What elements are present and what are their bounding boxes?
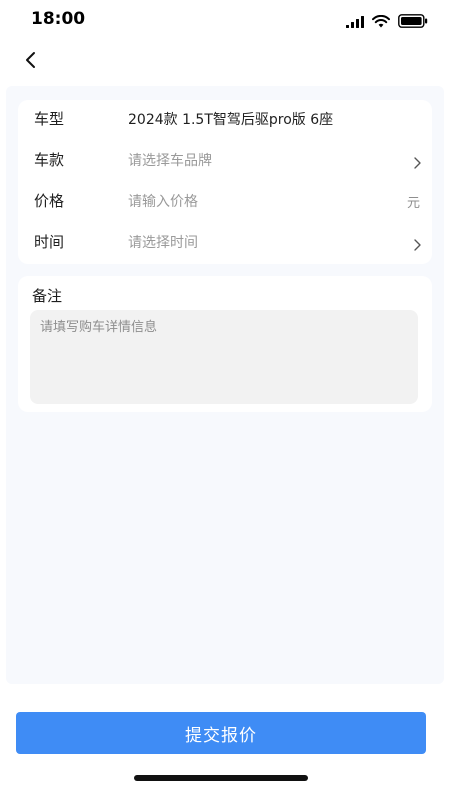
remark-card: 备注: [18, 276, 432, 412]
remark-label: 备注: [32, 287, 63, 305]
row-label: 车型: [34, 110, 65, 128]
status-bar: 18:00: [0, 0, 450, 44]
status-icons: [346, 13, 428, 31]
home-indicator: [134, 775, 308, 781]
price-input[interactable]: 请输入价格: [128, 191, 198, 211]
row-car-brand[interactable]: 车款 请选择车品牌: [18, 141, 432, 181]
row-time[interactable]: 时间 请选择时间: [18, 223, 432, 263]
row-label: 时间: [34, 233, 65, 251]
row-label: 价格: [34, 192, 65, 210]
row-car-model: 车型 2024款 1.5T智驾后驱pro版 6座: [18, 100, 432, 140]
car-model-value: 2024款 1.5T智驾后驱pro版 6座: [128, 112, 334, 128]
signal-icon: [346, 13, 364, 32]
submit-quote-button[interactable]: 提交报价: [16, 712, 426, 754]
wifi-icon: [372, 13, 390, 32]
time-select[interactable]: 请选择时间: [128, 232, 198, 252]
chevron-left-icon: [24, 51, 36, 73]
row-price: 价格 请输入价格 元: [18, 182, 432, 222]
battery-icon: [398, 13, 428, 32]
back-button[interactable]: [16, 48, 44, 76]
price-unit: 元: [406, 196, 420, 211]
vehicle-info-card: 车型 2024款 1.5T智驾后驱pro版 6座 车款 请选择车品牌 价格 请输…: [18, 100, 432, 264]
screen: 18:00 车型 2024款 1.5T智驾后驱pro版 6座 车款 请选择车品牌…: [0, 0, 450, 800]
row-label: 车款: [34, 151, 65, 169]
car-brand-select[interactable]: 请选择车品牌: [128, 150, 212, 170]
status-time: 18:00: [31, 9, 86, 29]
chevron-right-icon: [412, 155, 422, 169]
remark-textarea[interactable]: [30, 310, 418, 404]
chevron-right-icon: [412, 237, 422, 251]
